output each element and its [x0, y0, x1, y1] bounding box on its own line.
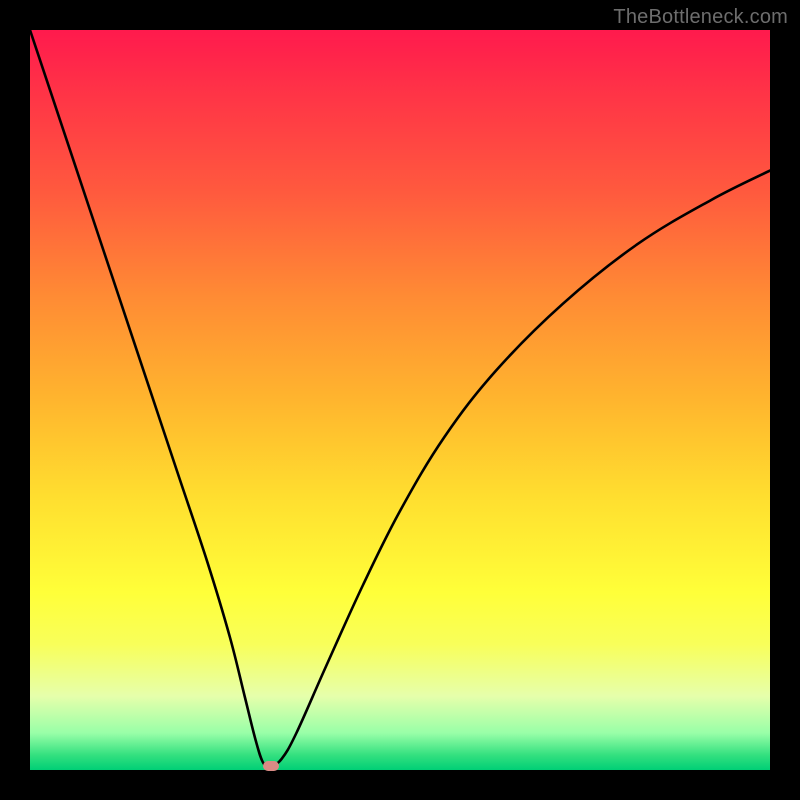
bottleneck-curve: [30, 30, 770, 770]
watermark-text: TheBottleneck.com: [613, 6, 788, 29]
min-marker: [263, 761, 279, 771]
chart-frame: TheBottleneck.com: [0, 0, 800, 800]
plot-area: [30, 30, 770, 770]
